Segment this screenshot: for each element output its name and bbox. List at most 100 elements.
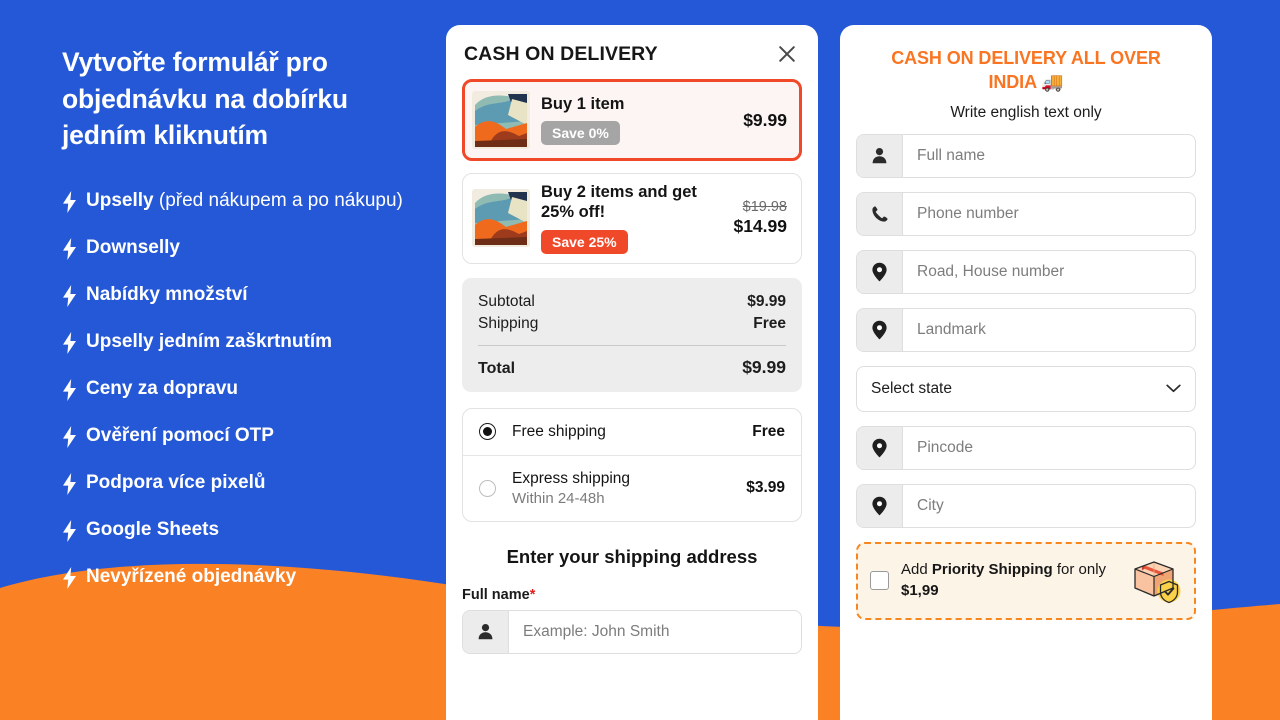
state-select[interactable]: Select state bbox=[856, 365, 1196, 412]
location-icon bbox=[857, 250, 903, 293]
priority-text-price: $1,99 bbox=[901, 581, 939, 599]
required-marker: * bbox=[529, 586, 536, 603]
offer-body: Buy 2 items and get 25% off! Save 25% bbox=[541, 183, 725, 254]
subtotal-value: $9.99 bbox=[747, 292, 786, 310]
road-house-number-placeholder: Road, House number bbox=[917, 262, 1065, 280]
cod-order-form-card: CASH ON DELIVERY ALL OVER INDIA 🚚 Write … bbox=[840, 25, 1212, 720]
location-icon bbox=[857, 484, 903, 527]
close-button[interactable] bbox=[774, 41, 800, 67]
form-field-phone-number: Phone number bbox=[856, 191, 1196, 236]
pillow-thumbnail-icon bbox=[472, 91, 530, 149]
priority-text-mid: for only bbox=[1052, 560, 1107, 578]
bolt-icon bbox=[62, 520, 77, 543]
feature-label-bold: Google Sheets bbox=[86, 519, 220, 541]
list-item: Nabídky množství bbox=[62, 282, 406, 307]
feature-label: Ceny za dopravu bbox=[86, 376, 406, 401]
offer-name: Buy 1 item bbox=[541, 94, 625, 113]
shipping-method-free[interactable]: Free shipping Free bbox=[463, 409, 801, 455]
pincode-input[interactable]: Pincode bbox=[856, 425, 1196, 470]
feature-label-bold: Downselly bbox=[86, 236, 180, 258]
feature-label-bold: Nevyřízené objednávky bbox=[86, 566, 297, 588]
bolt-icon bbox=[62, 426, 77, 449]
feature-label-bold: Ceny za dopravu bbox=[86, 378, 239, 399]
summary-row-total: Total $9.99 bbox=[478, 355, 786, 380]
list-item: Downselly bbox=[62, 235, 406, 260]
priority-shipping-checkbox[interactable] bbox=[870, 571, 889, 590]
offer-option-buy-1[interactable]: Buy 1 item Save 0% $9.99 bbox=[462, 79, 802, 161]
form-subtitle: Write english text only bbox=[950, 103, 1102, 121]
feature-label-bold: Podpora více pixelů bbox=[86, 472, 266, 494]
total-value: $9.99 bbox=[742, 356, 786, 377]
radio-button-express-shipping[interactable] bbox=[479, 479, 496, 497]
phone-number-input[interactable]: Phone number bbox=[856, 191, 1196, 236]
bolt-icon bbox=[62, 237, 77, 260]
bolt-icon bbox=[62, 567, 77, 590]
priority-text-pre: Add bbox=[901, 560, 932, 578]
radio-button-free-shipping[interactable] bbox=[479, 423, 496, 441]
shipping-method-name: Free shipping bbox=[512, 422, 606, 440]
list-item: Nevyřízené objednávky bbox=[62, 564, 406, 590]
shipping-method-cost: $3.99 bbox=[746, 479, 785, 497]
shipping-method-express[interactable]: Express shipping Within 24-48h $3.99 bbox=[463, 454, 801, 521]
list-item: Upselly jedním zaškrtnutím bbox=[62, 329, 406, 354]
form-field-city: City bbox=[856, 483, 1196, 528]
feature-list: Upselly (před nákupem a po nákupu) Downs… bbox=[62, 188, 406, 590]
full-name-placeholder: Example: John Smith bbox=[523, 622, 670, 640]
cart-header: CASH ON DELIVERY bbox=[462, 25, 802, 79]
summary-row-shipping: Shipping Free bbox=[478, 313, 786, 335]
person-icon bbox=[857, 134, 903, 177]
offer-compare-at-price: $19.98 bbox=[742, 199, 787, 216]
shipping-label: Shipping bbox=[478, 314, 539, 332]
shipping-address-heading: Enter your shipping address bbox=[506, 545, 758, 567]
offer-save-badge: Save 25% bbox=[541, 229, 628, 254]
location-icon bbox=[857, 426, 903, 469]
feature-label: Upselly (před nákupem a po nákupu) bbox=[86, 188, 406, 213]
package-shield-icon bbox=[1130, 557, 1182, 605]
landmark-input[interactable]: Landmark bbox=[856, 307, 1196, 352]
city-input[interactable]: City bbox=[856, 483, 1196, 528]
shipping-method-name: Express shipping bbox=[512, 469, 631, 487]
promo-panel: Vytvořte formulář pro objednávku na dobí… bbox=[0, 0, 446, 720]
priority-shipping-upsell[interactable]: Add Priority Shipping for only $1,99 bbox=[856, 541, 1196, 620]
person-icon bbox=[463, 610, 509, 653]
bolt-icon bbox=[62, 284, 77, 307]
cash-on-delivery-cart-card: CASH ON DELIVERY Buy 1 item Save 0% $9.9… bbox=[446, 25, 818, 720]
shipping-method-eta: Within 24-48h bbox=[512, 489, 605, 507]
location-icon bbox=[857, 308, 903, 351]
list-item: Google Sheets bbox=[62, 517, 406, 543]
offer-body: Buy 1 item Save 0% bbox=[541, 95, 735, 146]
feature-label-bold: Upselly bbox=[86, 189, 154, 211]
shipping-value: Free bbox=[753, 314, 786, 332]
screenshot-root: Vytvořte formulář pro objednávku na dobí… bbox=[0, 0, 1280, 720]
list-item: Ceny za dopravu bbox=[62, 376, 406, 401]
offer-price-group: $9.99 bbox=[735, 110, 787, 131]
city-placeholder: City bbox=[917, 496, 944, 514]
feature-label-bold: Upselly jedním zaškrtnutím bbox=[86, 330, 333, 352]
full-name-placeholder: Full name bbox=[917, 146, 986, 164]
bolt-icon bbox=[62, 473, 77, 496]
summary-divider bbox=[478, 344, 786, 346]
full-name-input[interactable]: Full name bbox=[856, 133, 1196, 178]
feature-label: Nevyřízené objednávky bbox=[86, 564, 406, 589]
list-item: Ověření pomocí OTP bbox=[62, 423, 406, 449]
bolt-icon bbox=[62, 190, 77, 213]
list-item: Upselly (před nákupem a po nákupu) bbox=[62, 188, 406, 213]
full-name-label: Full name* bbox=[462, 587, 802, 603]
pillow-thumbnail-icon bbox=[472, 189, 530, 248]
feature-label: Downselly bbox=[86, 235, 406, 260]
offer-name: Buy 2 items and get 25% off! bbox=[541, 183, 697, 221]
shipping-method-cost: Free bbox=[752, 422, 785, 440]
shipping-method-body: Express shipping Within 24-48h bbox=[512, 470, 746, 507]
feature-label: Ověření pomocí OTP bbox=[86, 423, 406, 448]
offer-save-badge: Save 0% bbox=[541, 121, 620, 146]
road-house-number-input[interactable]: Road, House number bbox=[856, 249, 1196, 294]
subtotal-label: Subtotal bbox=[478, 292, 535, 310]
form-field-full-name: Full name bbox=[856, 133, 1196, 178]
offer-option-buy-2[interactable]: Buy 2 items and get 25% off! Save 25% $1… bbox=[462, 173, 802, 264]
priority-shipping-label: Add Priority Shipping for only $1,99 bbox=[901, 560, 1118, 601]
priority-text-bold: Priority Shipping bbox=[931, 560, 1053, 578]
total-label: Total bbox=[478, 359, 516, 377]
bolt-icon bbox=[62, 379, 77, 401]
pincode-placeholder: Pincode bbox=[917, 438, 974, 456]
full-name-input[interactable]: Example: John Smith bbox=[462, 609, 802, 654]
